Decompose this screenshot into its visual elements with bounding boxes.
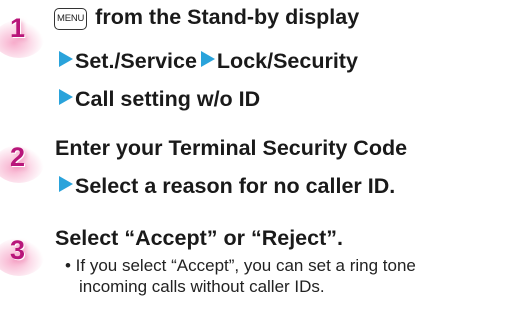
step-1-item-call-setting: Call setting w/o ID [75,87,261,111]
step-1-item-set-service: Set./Service [75,49,197,73]
step-1-line-2: Set./Service Lock/Security [59,48,358,74]
arrow-icon [200,51,215,67]
step-1-line-1: MENU from the Stand-by display [54,4,359,30]
arrow-icon [59,176,73,192]
step-2-line-1: Enter your Terminal Security Code [55,135,407,161]
step-3-line-1-text: Select “Accept” or “Reject”. [55,226,343,250]
step-3-number: 3 [10,235,26,265]
step-3-note-line-2: incoming calls without caller IDs. [79,277,325,296]
menu-key-icon: MENU [54,8,88,30]
step-2-line-2-text: Select a reason for no caller ID. [75,174,396,198]
step-3-line-1: Select “Accept” or “Reject”. [55,225,343,251]
step-1-line-3: Call setting w/o ID [59,86,260,112]
step-1-item-lock-security: Lock/Security [216,49,358,73]
step-2-line-1-text: Enter your Terminal Security Code [55,136,408,160]
step-3-note-line-1: • If you select “Accept”, you can set a … [65,256,416,275]
arrow-icon [59,51,73,67]
step-2-number: 2 [10,142,26,172]
arrow-icon [59,89,73,105]
step-1-line-1-text: from the Stand-by display [95,5,360,29]
step-1-number: 1 [10,13,26,43]
step-2-line-2: Select a reason for no caller ID. [59,173,395,199]
